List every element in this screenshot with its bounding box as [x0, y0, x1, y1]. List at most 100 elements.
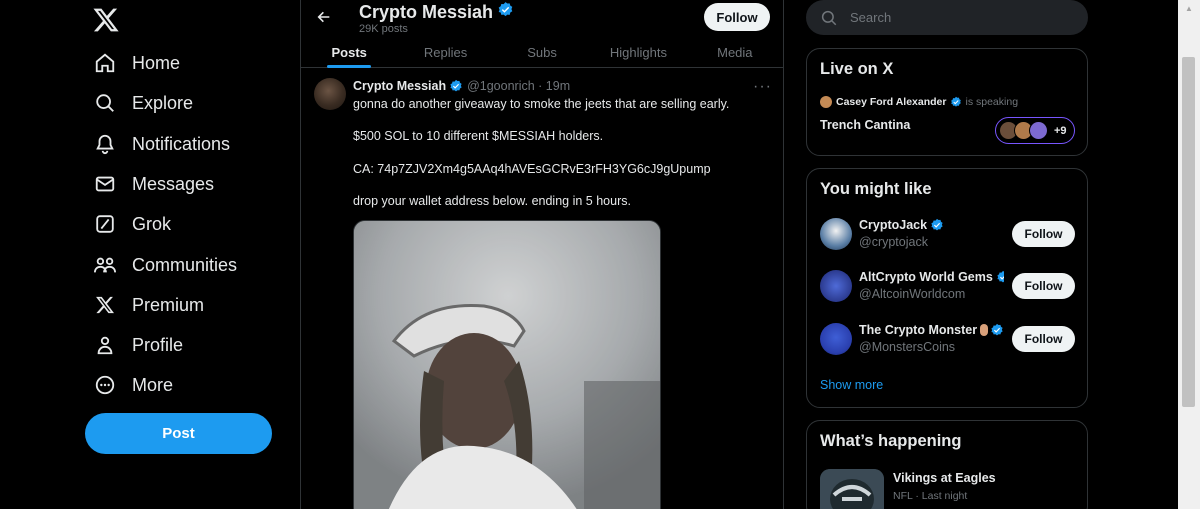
search-icon: [92, 90, 118, 116]
account-name: AltCrypto World Gems: [859, 270, 993, 284]
people-icon: [92, 252, 118, 278]
tweet-header: Crypto Messiah @1goonrich · 19m: [353, 79, 570, 93]
search-icon: [820, 9, 838, 27]
tab-media[interactable]: Media: [687, 36, 783, 68]
nav-explore[interactable]: Explore: [92, 83, 193, 123]
suggested-account[interactable]: CryptoJack @cryptojack Follow: [820, 214, 1076, 254]
follow-button[interactable]: Follow: [1012, 326, 1075, 352]
trend-title[interactable]: Vikings at Eagles: [893, 471, 996, 485]
verified-badge-icon: [950, 96, 962, 108]
avatar: [820, 218, 852, 250]
verified-badge-icon: [930, 218, 944, 232]
verified-badge-icon: [990, 323, 1004, 337]
home-icon: [92, 50, 118, 76]
search-placeholder: Search: [850, 10, 892, 25]
trend-meta: NFL · Last night: [893, 490, 968, 502]
account-name-row: The Crypto Monster: [859, 323, 1004, 337]
speaker-name: Casey Ford Alexander: [836, 96, 947, 108]
speaker-status: is speaking: [965, 96, 1019, 108]
nav-home-label: Home: [132, 52, 181, 73]
nav-more[interactable]: More: [92, 365, 173, 405]
nav-premium-label: Premium: [132, 294, 205, 315]
follow-button[interactable]: Follow: [1012, 273, 1075, 299]
nav-messages[interactable]: Messages: [92, 164, 214, 204]
nav-grok-label: Grok: [132, 213, 172, 234]
verified-badge-icon: [449, 79, 463, 93]
hand-emoji-icon: [980, 324, 988, 336]
follow-button[interactable]: Follow: [1012, 221, 1075, 247]
profile-timeline: Crypto Messiah 29K posts Follow Posts Re…: [300, 0, 784, 509]
tweet-text-line: CA: 74p7ZJV2Xm4g5AAq4hAVEsGCRvE3rFH3YG6c…: [353, 162, 711, 176]
account-handle: @cryptojack: [859, 235, 928, 249]
who-to-follow-card: You might like CryptoJack @cryptojack Fo…: [806, 168, 1088, 408]
account-name-row: AltCrypto World Gems: [859, 270, 1004, 284]
nav-explore-label: Explore: [132, 92, 194, 113]
avatar[interactable]: [314, 78, 346, 110]
scrollbar-thumb[interactable]: [1182, 57, 1195, 407]
mail-icon: [92, 171, 118, 197]
post-button[interactable]: Post: [85, 413, 272, 454]
tweet-text-line: drop your wallet address below. ending i…: [353, 194, 631, 208]
more-options-icon[interactable]: ···: [753, 78, 772, 96]
live-card-title: Live on X: [820, 60, 894, 78]
avatar: [1029, 121, 1048, 140]
suggested-account[interactable]: AltCrypto World Gems @AltcoinWorldcom Fo…: [820, 266, 1076, 306]
verified-badge-icon: [497, 1, 514, 23]
space-listeners[interactable]: +9: [995, 117, 1075, 144]
profile-tabs: Posts Replies Subs Highlights Media: [301, 36, 783, 68]
x-logo-icon: [92, 292, 118, 318]
left-navigation: Home Explore Notifications Messages Grok…: [0, 0, 300, 509]
nav-notifications[interactable]: Notifications: [92, 124, 230, 164]
avatar: [820, 96, 832, 108]
tweet[interactable]: Crypto Messiah @1goonrich · 19m ··· gonn…: [301, 69, 783, 509]
nav-premium[interactable]: Premium: [92, 285, 204, 325]
more-circle-icon: [92, 372, 118, 398]
search-input[interactable]: Search: [806, 0, 1088, 35]
nav-more-label: More: [132, 374, 174, 395]
live-on-x-card: Live on X Casey Ford Alexander is speaki…: [806, 48, 1088, 156]
nav-profile-label: Profile: [132, 334, 184, 355]
x-logo-icon[interactable]: [92, 6, 120, 34]
account-name-row: CryptoJack: [859, 218, 944, 232]
grok-icon: [92, 211, 118, 237]
nav-home[interactable]: Home: [92, 43, 180, 83]
profile-name: Crypto Messiah: [359, 1, 494, 22]
trend-image[interactable]: [820, 469, 884, 509]
tweet-media-image[interactable]: [353, 220, 661, 509]
bell-icon: [92, 131, 118, 157]
tweet-text-line: $500 SOL to 10 different $MESSIAH holder…: [353, 129, 604, 143]
nav-notifications-label: Notifications: [132, 133, 231, 154]
scroll-up-arrow-icon[interactable]: ▲: [1178, 0, 1200, 17]
account-handle: @MonstersCoins: [859, 340, 956, 354]
listener-count: +9: [1054, 124, 1067, 137]
avatar: [820, 270, 852, 302]
profile-header: Crypto Messiah 29K posts Follow Posts Re…: [301, 0, 783, 68]
tab-replies[interactable]: Replies: [397, 36, 493, 68]
tab-highlights[interactable]: Highlights: [590, 36, 686, 68]
verified-badge-icon: [996, 270, 1004, 284]
tweet-author-name[interactable]: Crypto Messiah: [353, 79, 446, 93]
nav-communities[interactable]: Communities: [92, 245, 237, 285]
account-name: The Crypto Monster: [859, 323, 978, 337]
nav-communities-label: Communities: [132, 254, 238, 275]
nav-grok[interactable]: Grok: [92, 204, 171, 244]
whats-happening-card: What’s happening Vikings at Eagles NFL ·…: [806, 420, 1088, 509]
suggested-account[interactable]: The Crypto Monster @MonstersCoins Follow: [820, 319, 1076, 359]
nav-messages-label: Messages: [132, 173, 215, 194]
person-icon: [92, 332, 118, 358]
tweet-text-line: gonna do another giveaway to smoke the j…: [353, 97, 730, 111]
nav-profile[interactable]: Profile: [92, 325, 183, 365]
follow-button[interactable]: Follow: [704, 3, 770, 31]
back-arrow-icon[interactable]: [313, 6, 335, 28]
space-title[interactable]: Trench Cantina: [820, 118, 910, 132]
tweet-handle-time[interactable]: @1goonrich · 19m: [467, 79, 570, 93]
tab-subs[interactable]: Subs: [494, 36, 590, 68]
account-name: CryptoJack: [859, 218, 928, 232]
show-more-link[interactable]: Show more: [820, 378, 883, 392]
account-handle: @AltcoinWorldcom: [859, 287, 966, 301]
page-title: Crypto Messiah: [359, 1, 514, 23]
whats-happening-title: What’s happening: [820, 432, 962, 450]
tab-posts[interactable]: Posts: [301, 36, 397, 68]
avatar: [820, 323, 852, 355]
live-speaker[interactable]: Casey Ford Alexander is speaking: [820, 96, 1018, 108]
